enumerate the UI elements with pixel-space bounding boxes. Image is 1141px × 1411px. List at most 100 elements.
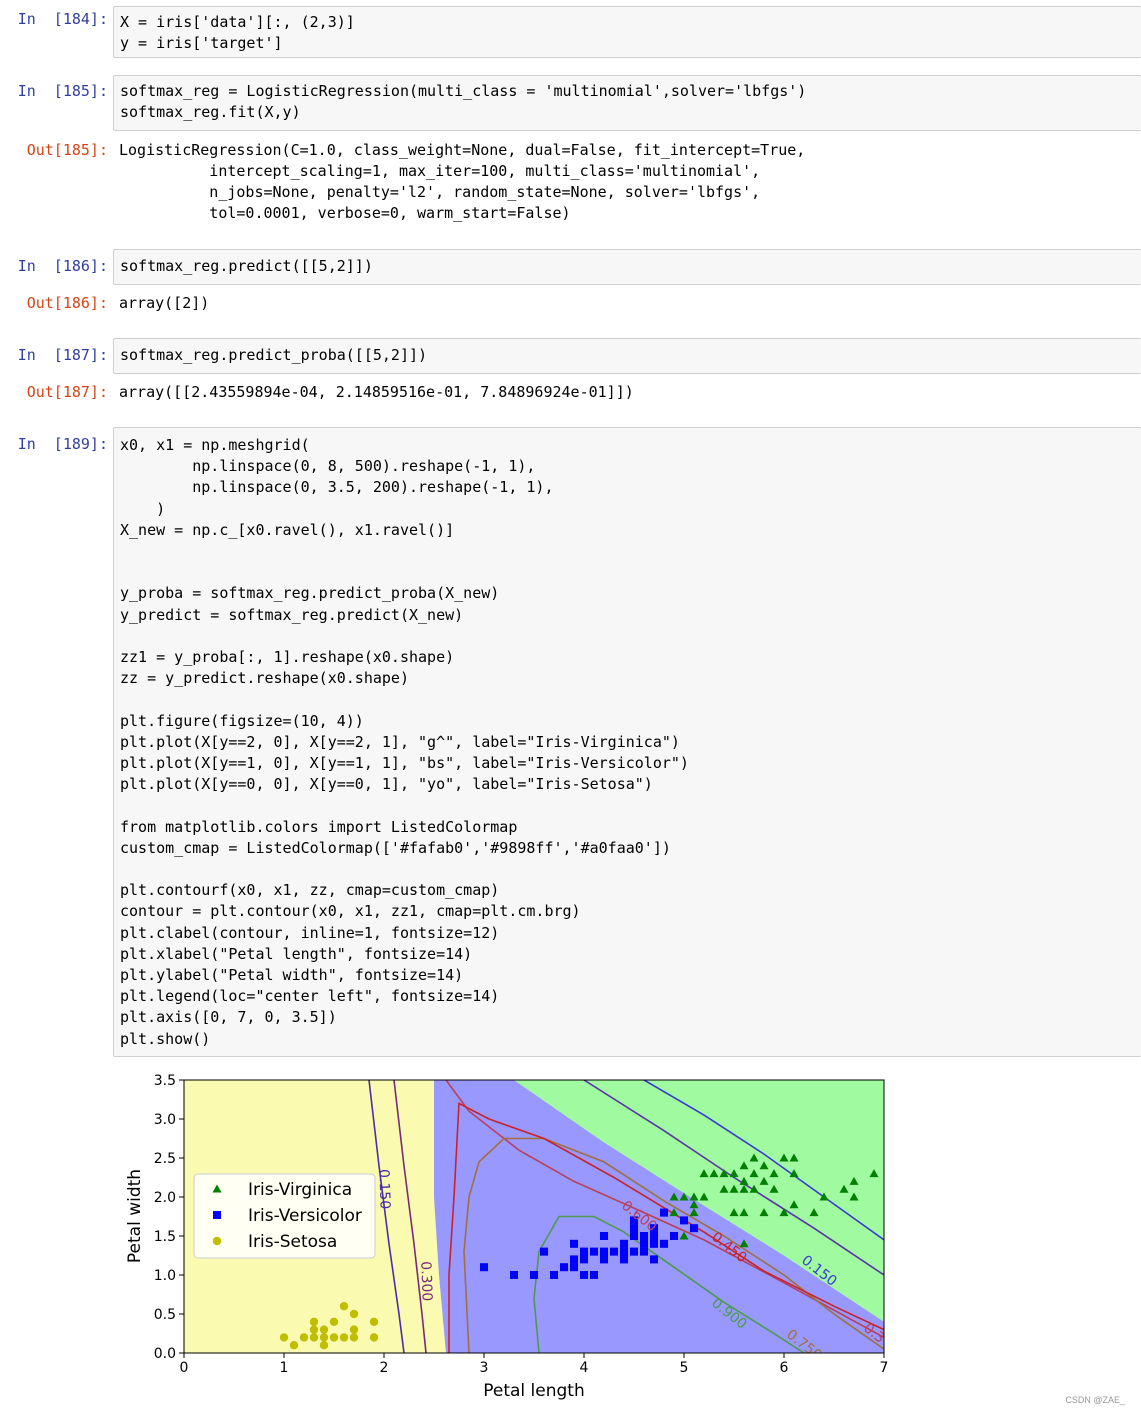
data-point — [580, 1271, 588, 1279]
code-line: softmax_reg.predict_proba([[5,2]]) — [120, 346, 428, 364]
code-text[interactable]: softmax_reg.predict_proba([[5,2]]) — [114, 339, 1141, 371]
data-point — [279, 1333, 289, 1342]
data-point — [480, 1263, 488, 1272]
data-point — [640, 1232, 648, 1240]
code-editor[interactable]: X = iris['data'][:, (2,3)] y = iris['tar… — [113, 6, 1141, 58]
data-point — [369, 1333, 379, 1342]
code-text[interactable]: softmax_reg = LogisticRegression(multi_c… — [114, 76, 1141, 128]
code-line: plt.show() — [120, 1029, 211, 1048]
code-line: softmax_reg = LogisticRegression(multi_c… — [120, 82, 807, 100]
data-point — [349, 1325, 359, 1334]
x-tick-label: 3 — [480, 1360, 489, 1376]
y-tick-label: 0.5 — [154, 1307, 176, 1323]
out-prompt: Out[187]: — [26, 383, 108, 401]
x-axis-label: Petal length — [483, 1381, 585, 1400]
y-tick-label: 2.5 — [154, 1151, 176, 1167]
data-point — [580, 1255, 588, 1264]
data-point — [630, 1224, 638, 1233]
data-point — [600, 1255, 608, 1264]
y-tick-label: 2.0 — [154, 1190, 176, 1206]
code-line: zz1 = y_proba[:, 1].reshape(x0.shape) — [120, 648, 455, 667]
data-point — [580, 1247, 588, 1256]
legend-marker — [213, 1211, 221, 1219]
in-prompt: In [187]: — [17, 346, 108, 364]
code-editor[interactable]: softmax_reg.predict_proba([[5,2]]) — [113, 338, 1141, 374]
code-line: np.linspace(0, 3.5, 200).reshape(-1, 1), — [120, 478, 554, 497]
output-text: array([[2.43559894e-04, 2.14859516e-01, … — [119, 382, 634, 403]
data-point — [650, 1239, 658, 1248]
code-text[interactable]: x0, x1 = np.meshgrid( np.linspace(0, 8, … — [114, 428, 1141, 1055]
y-tick-label: 1.0 — [154, 1268, 176, 1284]
in-prompt: In [185]: — [17, 82, 108, 100]
data-point — [319, 1325, 329, 1334]
data-point — [590, 1271, 598, 1279]
code-line: plt.contourf(x0, x1, zz, cmap=custom_cma… — [120, 881, 500, 900]
code-line: X = iris['data'][:, (2,3)] — [120, 13, 355, 31]
code-line: plt.plot(X[y==0, 0], X[y==0, 1], "yo", l… — [120, 775, 653, 794]
code-line: y = iris['target'] — [120, 34, 283, 53]
output-line: array([2]) — [119, 294, 210, 312]
in-prompt: In [184]: — [17, 10, 108, 28]
y-tick-label: 3.5 — [154, 1073, 176, 1089]
legend-label: Iris-Virginica — [248, 1180, 352, 1200]
data-point — [550, 1271, 558, 1279]
data-point — [319, 1333, 329, 1342]
output-line: n_jobs=None, penalty='l2', random_state=… — [119, 183, 761, 201]
output-line: intercept_scaling=1, max_iter=100, multi… — [119, 162, 761, 180]
data-point — [329, 1317, 339, 1326]
output-text: array([2]) — [119, 293, 209, 314]
data-point — [570, 1263, 578, 1272]
data-point — [530, 1271, 538, 1279]
x-tick-label: 4 — [580, 1360, 589, 1376]
output-line: LogisticRegression(C=1.0, class_weight=N… — [119, 141, 806, 159]
code-line: ) — [120, 499, 166, 518]
data-point — [650, 1255, 658, 1264]
output-text: LogisticRegression(C=1.0, class_weight=N… — [119, 140, 805, 224]
data-point — [570, 1255, 578, 1264]
code-editor[interactable]: softmax_reg.predict([[5,2]]) — [113, 249, 1141, 285]
y-axis-label: Petal width — [125, 1169, 145, 1263]
code-text[interactable]: softmax_reg.predict([[5,2]]) — [114, 250, 1141, 282]
code-line: softmax_reg.fit(X,y) — [120, 103, 301, 122]
code-line: custom_cmap = ListedColormap(['#fafab0',… — [120, 838, 671, 857]
data-point — [309, 1317, 319, 1326]
data-point — [289, 1341, 299, 1350]
code-editor[interactable]: x0, x1 = np.meshgrid( np.linspace(0, 8, … — [113, 427, 1141, 1057]
data-point — [309, 1325, 319, 1334]
x-tick-label: 6 — [780, 1360, 789, 1376]
data-point — [329, 1333, 339, 1342]
out-prompt: Out[185]: — [26, 141, 108, 159]
data-point — [339, 1333, 349, 1342]
contour-label: 0.300 — [417, 1261, 434, 1302]
code-editor[interactable]: softmax_reg = LogisticRegression(multi_c… — [113, 75, 1141, 131]
code-line: softmax_reg.predict([[5,2]]) — [120, 257, 373, 275]
code-line: np.linspace(0, 8, 500).reshape(-1, 1), — [120, 457, 536, 476]
code-line: plt.ylabel("Petal width", fontsize=14) — [120, 966, 464, 985]
data-point — [640, 1239, 648, 1248]
code-line: plt.figure(figsize=(10, 4)) — [120, 711, 364, 730]
legend-label: Iris-Versicolor — [248, 1206, 362, 1226]
data-point — [640, 1247, 648, 1256]
data-point — [670, 1232, 678, 1240]
x-tick-label: 0 — [180, 1360, 189, 1376]
data-point — [319, 1341, 329, 1350]
code-line: plt.xlabel("Petal length", fontsize=14) — [120, 944, 473, 963]
legend-label: Iris-Setosa — [248, 1232, 337, 1252]
code-line: plt.plot(X[y==1, 0], X[y==1, 1], "bs", l… — [120, 754, 689, 773]
code-line: y_proba = softmax_reg.predict_proba(X_ne… — [120, 584, 500, 603]
data-point — [339, 1302, 349, 1311]
data-point — [349, 1309, 359, 1319]
data-point — [600, 1232, 608, 1240]
data-point — [510, 1271, 518, 1279]
output-line: tol=0.0001, verbose=0, warm_start=False) — [119, 204, 571, 222]
x-tick-label: 2 — [380, 1360, 389, 1376]
data-point — [570, 1239, 578, 1248]
contour-label: 0.150 — [375, 1169, 392, 1210]
data-point — [630, 1247, 638, 1256]
y-tick-label: 0.0 — [154, 1346, 176, 1362]
code-text[interactable]: X = iris['data'][:, (2,3)] y = iris['tar… — [114, 7, 1141, 59]
code-line: zz = y_predict.reshape(x0.shape) — [120, 669, 409, 688]
code-line: x0, x1 = np.meshgrid( — [120, 436, 310, 454]
x-tick-label: 1 — [280, 1360, 289, 1376]
code-line: from matplotlib.colors import ListedColo… — [120, 817, 518, 836]
